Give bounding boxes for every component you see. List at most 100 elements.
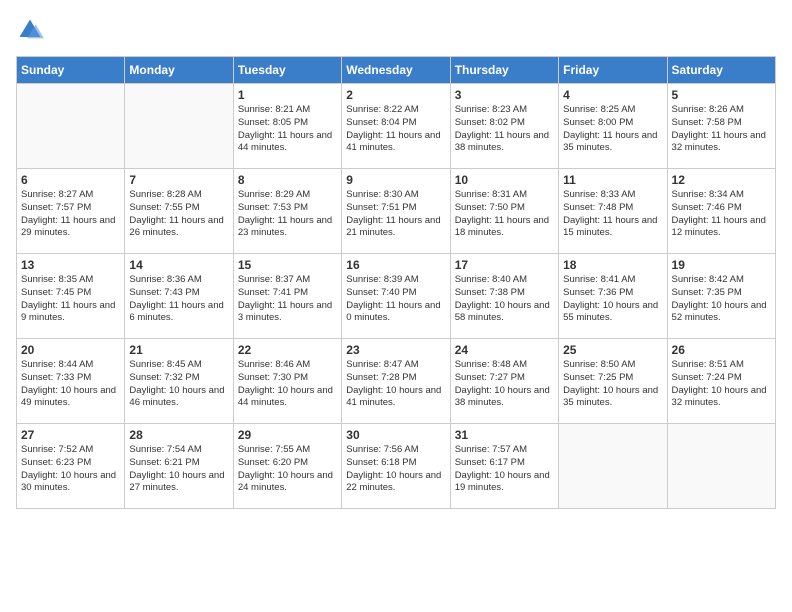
day-number: 26 xyxy=(672,343,771,357)
calendar-cell: 25 Sunrise: 8:50 AM Sunset: 7:25 PM Dayli… xyxy=(559,339,667,424)
day-info: Sunrise: 8:28 AM Sunset: 7:55 PM Dayligh… xyxy=(129,189,228,240)
day-number: 14 xyxy=(129,258,228,272)
column-header-tuesday: Tuesday xyxy=(233,57,341,84)
calendar-cell: 4 Sunrise: 8:25 AM Sunset: 8:00 PM Daylig… xyxy=(559,84,667,169)
calendar-cell: 14 Sunrise: 8:36 AM Sunset: 7:43 PM Dayli… xyxy=(125,254,233,339)
day-number: 3 xyxy=(455,88,554,102)
calendar-cell: 28Sunrise: 7:54 AM Sunset: 6:21 PM Dayli… xyxy=(125,424,233,509)
day-info: Sunrise: 7:52 AM Sunset: 6:23 PM Dayligh… xyxy=(21,444,120,495)
day-info: Sunrise: 8:27 AM Sunset: 7:57 PM Dayligh… xyxy=(21,189,120,240)
day-info: Sunrise: 7:56 AM Sunset: 6:18 PM Dayligh… xyxy=(346,444,445,495)
day-info: Sunrise: 8:33 AM Sunset: 7:48 PM Dayligh… xyxy=(563,189,662,240)
column-header-saturday: Saturday xyxy=(667,57,775,84)
day-info: Sunrise: 8:35 AM Sunset: 7:45 PM Dayligh… xyxy=(21,274,120,325)
calendar-cell: 24 Sunrise: 8:48 AM Sunset: 7:27 PM Dayli… xyxy=(450,339,558,424)
day-number: 5 xyxy=(672,88,771,102)
calendar-cell: 19 Sunrise: 8:42 AM Sunset: 7:35 PM Dayli… xyxy=(667,254,775,339)
logo-icon xyxy=(16,16,44,44)
day-number: 1 xyxy=(238,88,337,102)
calendar-week-4: 20 Sunrise: 8:44 AM Sunset: 7:33 PM Dayli… xyxy=(17,339,776,424)
day-number: 12 xyxy=(672,173,771,187)
calendar-cell: 18 Sunrise: 8:41 AM Sunset: 7:36 PM Dayli… xyxy=(559,254,667,339)
day-number: 29 xyxy=(238,428,337,442)
day-info: Sunrise: 8:22 AM Sunset: 8:04 PM Dayligh… xyxy=(346,104,445,155)
calendar-cell: 13 Sunrise: 8:35 AM Sunset: 7:45 PM Dayli… xyxy=(17,254,125,339)
day-number: 15 xyxy=(238,258,337,272)
calendar-body: 1 Sunrise: 8:21 AM Sunset: 8:05 PM Daylig… xyxy=(17,84,776,509)
day-number: 16 xyxy=(346,258,445,272)
day-info: Sunrise: 8:42 AM Sunset: 7:35 PM Dayligh… xyxy=(672,274,771,325)
day-info: Sunrise: 8:21 AM Sunset: 8:05 PM Dayligh… xyxy=(238,104,337,155)
day-number: 9 xyxy=(346,173,445,187)
day-info: Sunrise: 8:23 AM Sunset: 8:02 PM Dayligh… xyxy=(455,104,554,155)
day-number: 24 xyxy=(455,343,554,357)
day-number: 25 xyxy=(563,343,662,357)
calendar-cell: 10Sunrise: 8:31 AM Sunset: 7:50 PM Dayli… xyxy=(450,169,558,254)
day-info: Sunrise: 8:51 AM Sunset: 7:24 PM Dayligh… xyxy=(672,359,771,410)
calendar-cell xyxy=(559,424,667,509)
day-number: 22 xyxy=(238,343,337,357)
day-info: Sunrise: 7:54 AM Sunset: 6:21 PM Dayligh… xyxy=(129,444,228,495)
calendar-cell: 3 Sunrise: 8:23 AM Sunset: 8:02 PM Daylig… xyxy=(450,84,558,169)
calendar-header-row: SundayMondayTuesdayWednesdayThursdayFrid… xyxy=(17,57,776,84)
day-number: 30 xyxy=(346,428,445,442)
day-info: Sunrise: 8:41 AM Sunset: 7:36 PM Dayligh… xyxy=(563,274,662,325)
column-header-monday: Monday xyxy=(125,57,233,84)
calendar-cell xyxy=(667,424,775,509)
day-info: Sunrise: 8:34 AM Sunset: 7:46 PM Dayligh… xyxy=(672,189,771,240)
day-info: Sunrise: 7:57 AM Sunset: 6:17 PM Dayligh… xyxy=(455,444,554,495)
day-number: 11 xyxy=(563,173,662,187)
day-number: 4 xyxy=(563,88,662,102)
day-info: Sunrise: 8:50 AM Sunset: 7:25 PM Dayligh… xyxy=(563,359,662,410)
day-info: Sunrise: 8:45 AM Sunset: 7:32 PM Dayligh… xyxy=(129,359,228,410)
day-info: Sunrise: 8:25 AM Sunset: 8:00 PM Dayligh… xyxy=(563,104,662,155)
column-header-friday: Friday xyxy=(559,57,667,84)
day-number: 19 xyxy=(672,258,771,272)
page-header xyxy=(16,16,776,44)
calendar-cell: 6 Sunrise: 8:27 AM Sunset: 7:57 PM Daylig… xyxy=(17,169,125,254)
calendar-cell: 31 Sunrise: 7:57 AM Sunset: 6:17 PM Dayli… xyxy=(450,424,558,509)
day-info: Sunrise: 8:47 AM Sunset: 7:28 PM Dayligh… xyxy=(346,359,445,410)
day-info: Sunrise: 8:48 AM Sunset: 7:27 PM Dayligh… xyxy=(455,359,554,410)
column-header-thursday: Thursday xyxy=(450,57,558,84)
column-header-wednesday: Wednesday xyxy=(342,57,450,84)
calendar-cell: 9Sunrise: 8:30 AM Sunset: 7:51 PM Daylig… xyxy=(342,169,450,254)
day-info: Sunrise: 8:40 AM Sunset: 7:38 PM Dayligh… xyxy=(455,274,554,325)
calendar-cell: 12 Sunrise: 8:34 AM Sunset: 7:46 PM Dayli… xyxy=(667,169,775,254)
day-number: 7 xyxy=(129,173,228,187)
calendar-cell: 16 Sunrise: 8:39 AM Sunset: 7:40 PM Dayli… xyxy=(342,254,450,339)
calendar-cell: 8 Sunrise: 8:29 AM Sunset: 7:53 PM Daylig… xyxy=(233,169,341,254)
day-info: Sunrise: 8:39 AM Sunset: 7:40 PM Dayligh… xyxy=(346,274,445,325)
day-number: 21 xyxy=(129,343,228,357)
calendar-week-5: 27 Sunrise: 7:52 AM Sunset: 6:23 PM Dayli… xyxy=(17,424,776,509)
day-number: 31 xyxy=(455,428,554,442)
calendar-cell: 29Sunrise: 7:55 AM Sunset: 6:20 PM Dayli… xyxy=(233,424,341,509)
calendar-cell: 5 Sunrise: 8:26 AM Sunset: 7:58 PM Daylig… xyxy=(667,84,775,169)
day-number: 6 xyxy=(21,173,120,187)
day-number: 20 xyxy=(21,343,120,357)
day-number: 18 xyxy=(563,258,662,272)
day-number: 8 xyxy=(238,173,337,187)
calendar-cell: 27 Sunrise: 7:52 AM Sunset: 6:23 PM Dayli… xyxy=(17,424,125,509)
column-header-sunday: Sunday xyxy=(17,57,125,84)
day-number: 10 xyxy=(455,173,554,187)
calendar-cell: 15 Sunrise: 8:37 AM Sunset: 7:41 PM Dayli… xyxy=(233,254,341,339)
calendar-week-3: 13 Sunrise: 8:35 AM Sunset: 7:45 PM Dayli… xyxy=(17,254,776,339)
day-info: Sunrise: 8:29 AM Sunset: 7:53 PM Dayligh… xyxy=(238,189,337,240)
calendar-cell: 17Sunrise: 8:40 AM Sunset: 7:38 PM Dayli… xyxy=(450,254,558,339)
calendar-week-1: 1 Sunrise: 8:21 AM Sunset: 8:05 PM Daylig… xyxy=(17,84,776,169)
calendar-cell: 20 Sunrise: 8:44 AM Sunset: 7:33 PM Dayli… xyxy=(17,339,125,424)
day-info: Sunrise: 8:46 AM Sunset: 7:30 PM Dayligh… xyxy=(238,359,337,410)
calendar-table: SundayMondayTuesdayWednesdayThursdayFrid… xyxy=(16,56,776,509)
day-info: Sunrise: 8:36 AM Sunset: 7:43 PM Dayligh… xyxy=(129,274,228,325)
calendar-cell xyxy=(17,84,125,169)
calendar-cell: 30 Sunrise: 7:56 AM Sunset: 6:18 PM Dayli… xyxy=(342,424,450,509)
calendar-cell: 22 Sunrise: 8:46 AM Sunset: 7:30 PM Dayli… xyxy=(233,339,341,424)
calendar-cell: 26 Sunrise: 8:51 AM Sunset: 7:24 PM Dayli… xyxy=(667,339,775,424)
day-number: 13 xyxy=(21,258,120,272)
day-info: Sunrise: 8:44 AM Sunset: 7:33 PM Dayligh… xyxy=(21,359,120,410)
day-number: 27 xyxy=(21,428,120,442)
day-number: 23 xyxy=(346,343,445,357)
day-info: Sunrise: 8:37 AM Sunset: 7:41 PM Dayligh… xyxy=(238,274,337,325)
day-info: Sunrise: 8:26 AM Sunset: 7:58 PM Dayligh… xyxy=(672,104,771,155)
